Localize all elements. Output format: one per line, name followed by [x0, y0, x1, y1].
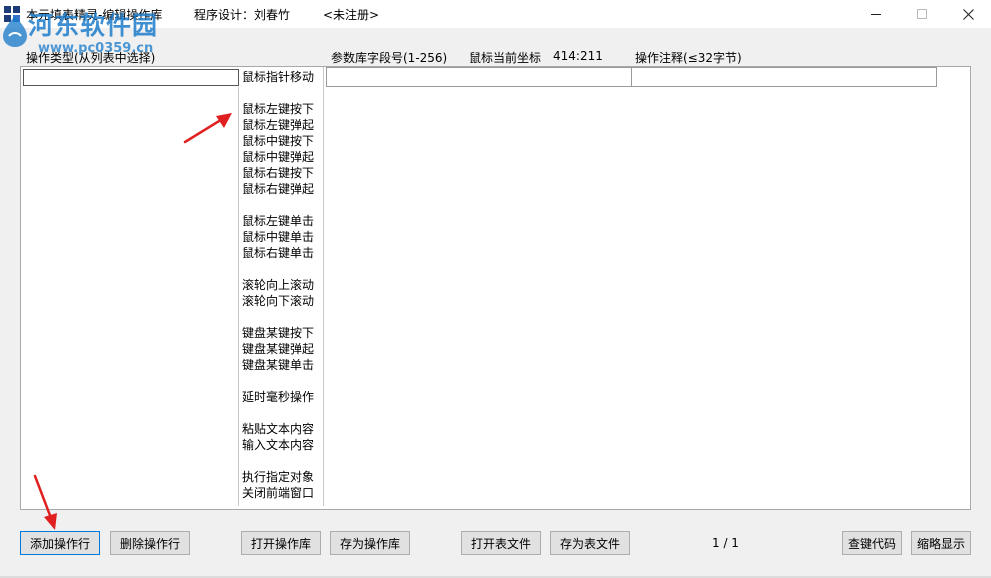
field-number-label: 参数库字段号(1-256)	[331, 51, 448, 65]
op-item-mouse-move[interactable]: 鼠标指针移动	[242, 69, 314, 85]
op-type-label: 操作类型(从列表中选择)	[26, 51, 156, 65]
open-lib-button[interactable]: 打开操作库	[241, 531, 321, 555]
op-type-dropdown-list[interactable]: 鼠标指针移动 鼠标左键按下 鼠标左键弹起 鼠标中键按下 鼠标中键弹起 鼠标右键按…	[240, 67, 324, 506]
annotation-arrow-icon	[183, 113, 232, 144]
mouse-position-value: 414:211	[553, 49, 603, 63]
op-item-key-down[interactable]: 键盘某键按下	[242, 325, 314, 341]
op-item-delay-ms[interactable]: 延时毫秒操作	[242, 389, 314, 405]
key-code-button[interactable]: 查键代码	[842, 531, 902, 555]
op-type-input[interactable]	[23, 69, 239, 86]
op-item-wheel-up[interactable]: 滚轮向上滚动	[242, 277, 314, 293]
op-item-left-down[interactable]: 鼠标左键按下	[242, 101, 314, 117]
maximize-icon	[917, 9, 927, 19]
comment-input[interactable]	[631, 67, 937, 87]
close-button[interactable]	[945, 0, 991, 28]
minimize-icon	[871, 14, 881, 15]
watermark-site-name: 河东软件园	[28, 11, 159, 40]
delete-row-button[interactable]: 删除操作行	[110, 531, 190, 555]
op-item-key-press[interactable]: 键盘某键单击	[242, 357, 314, 373]
op-item-middle-click[interactable]: 鼠标中键单击	[242, 229, 314, 245]
op-item-paste-text[interactable]: 粘贴文本内容	[242, 421, 314, 437]
op-item-middle-down[interactable]: 鼠标中键按下	[242, 133, 314, 149]
op-item-input-text[interactable]: 输入文本内容	[242, 437, 314, 453]
op-item-wheel-down[interactable]: 滚轮向下滚动	[242, 293, 314, 309]
op-item-right-down[interactable]: 鼠标右键按下	[242, 165, 314, 181]
page-indicator: 1 / 1	[712, 536, 739, 550]
mouse-position-label: 鼠标当前坐标	[469, 51, 542, 65]
window-author: 程序设计：刘春竹	[194, 8, 291, 22]
op-item-execute-object[interactable]: 执行指定对象	[242, 469, 314, 485]
op-item-left-up[interactable]: 鼠标左键弹起	[242, 117, 314, 133]
op-item-left-click[interactable]: 鼠标左键单击	[242, 213, 314, 229]
open-table-button[interactable]: 打开表文件	[461, 531, 541, 555]
op-item-right-click[interactable]: 鼠标右键单击	[242, 245, 314, 261]
annotation-arrow-icon	[33, 474, 57, 530]
operation-rows-list[interactable]	[23, 87, 239, 506]
field-number-input[interactable]	[326, 67, 632, 87]
compact-view-button[interactable]: 缩略显示	[911, 531, 971, 555]
maximize-button[interactable]	[899, 0, 945, 28]
save-lib-button[interactable]: 存为操作库	[330, 531, 410, 555]
op-item-right-up[interactable]: 鼠标右键弹起	[242, 181, 314, 197]
op-item-close-front-window[interactable]: 关闭前端窗口	[242, 485, 314, 501]
op-item-key-up[interactable]: 键盘某键弹起	[242, 341, 314, 357]
close-icon	[962, 8, 974, 20]
add-row-button[interactable]: 添加操作行	[20, 531, 100, 555]
comment-label: 操作注释(≤32字节)	[635, 51, 742, 65]
window-status: <未注册>	[323, 8, 380, 22]
watermark-logo-icon	[3, 16, 27, 47]
op-item-middle-up[interactable]: 鼠标中键弹起	[242, 149, 314, 165]
minimize-button[interactable]	[853, 0, 899, 28]
save-table-button[interactable]: 存为表文件	[550, 531, 630, 555]
